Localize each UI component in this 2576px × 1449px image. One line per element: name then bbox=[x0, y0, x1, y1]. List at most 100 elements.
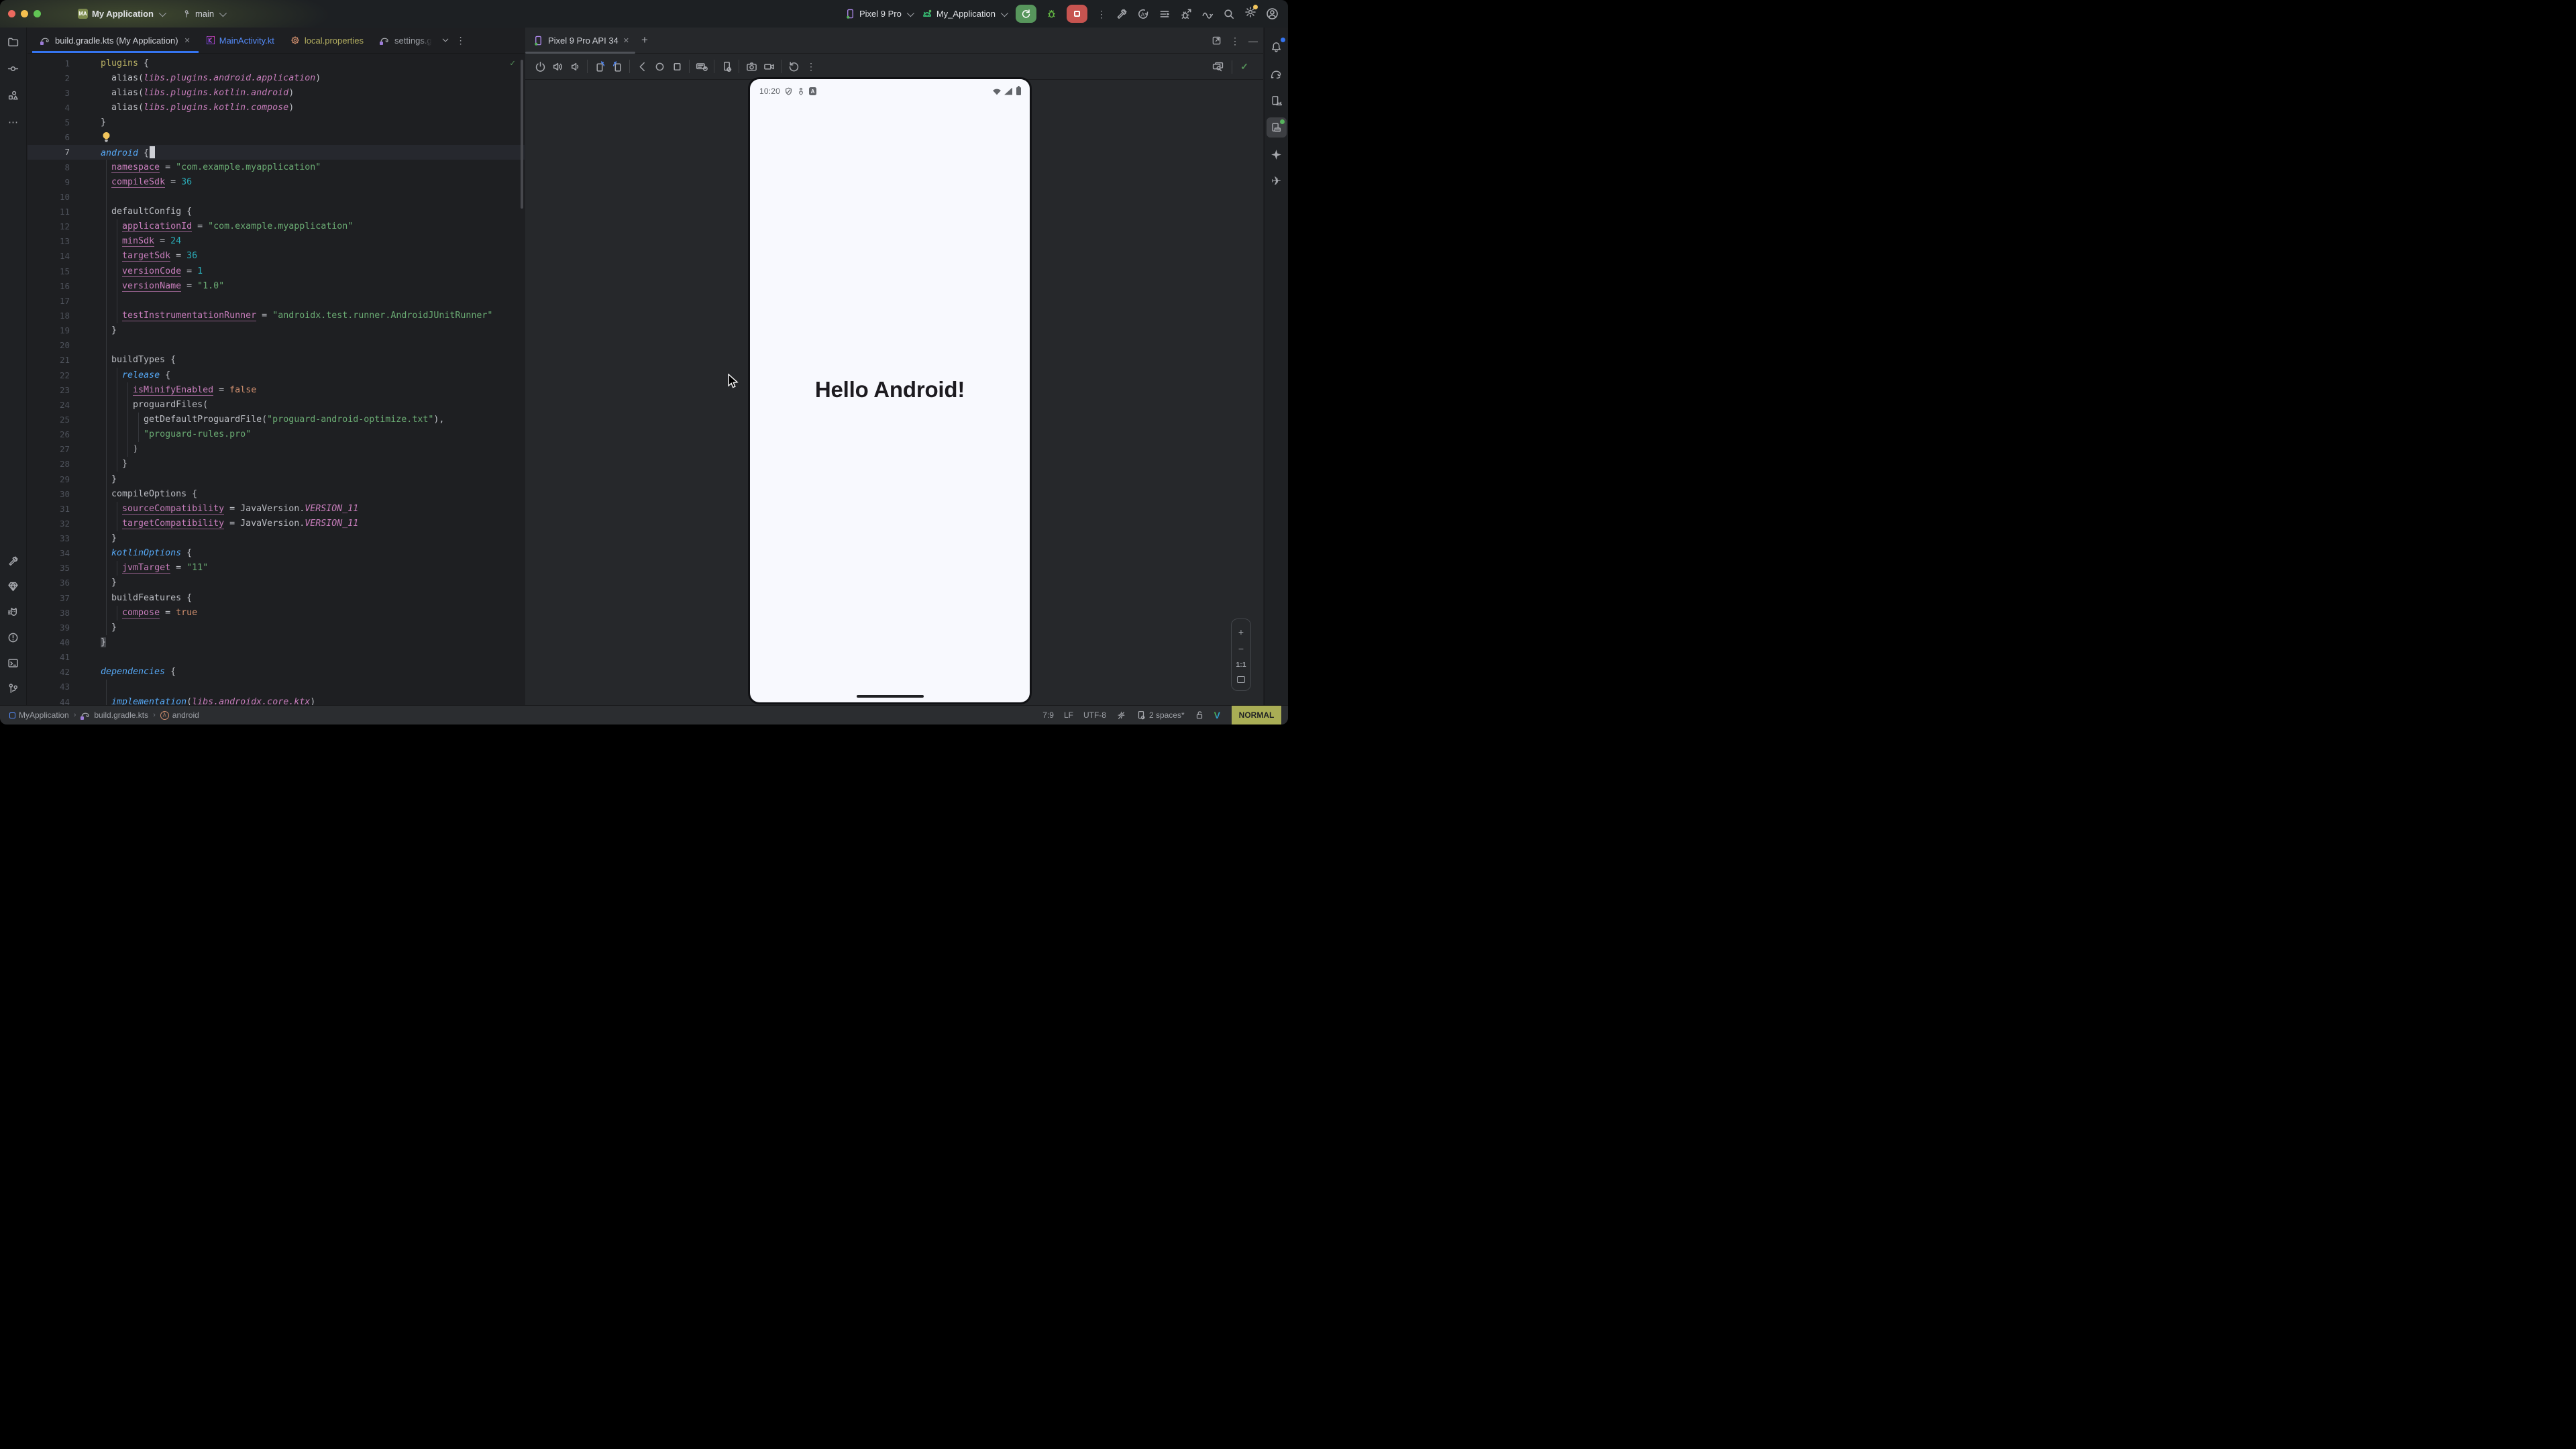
line-number[interactable]: 35 bbox=[28, 563, 98, 573]
app-quality-insights-button[interactable]: ✈ bbox=[1267, 171, 1287, 191]
file-lock-indicator[interactable] bbox=[1195, 710, 1204, 720]
open-in-window-icon[interactable] bbox=[1212, 36, 1222, 46]
screenshot-button[interactable] bbox=[743, 58, 760, 75]
more-run-actions-button[interactable]: ⋮ bbox=[1097, 9, 1106, 19]
volume-down-button[interactable] bbox=[566, 58, 584, 75]
code-line[interactable]: 34 kotlinOptions { bbox=[28, 546, 525, 561]
code-line[interactable]: 29 } bbox=[28, 472, 525, 486]
line-number[interactable]: 27 bbox=[28, 444, 98, 454]
rerun-button[interactable] bbox=[1016, 5, 1036, 23]
line-number[interactable]: 31 bbox=[28, 504, 98, 514]
code-line[interactable]: 2 alias(libs.plugins.android.application… bbox=[28, 70, 525, 85]
code-line[interactable]: 12 applicationId = "com.example.myapplic… bbox=[28, 219, 525, 234]
code-line[interactable]: 8 namespace = "com.example.myapplication… bbox=[28, 160, 525, 174]
line-number[interactable]: 43 bbox=[28, 682, 98, 692]
project-widget[interactable]: MA My Application bbox=[78, 9, 164, 19]
line-number[interactable]: 25 bbox=[28, 415, 98, 425]
line-number[interactable]: 30 bbox=[28, 489, 98, 499]
code-line[interactable]: 17 bbox=[28, 293, 525, 308]
line-number[interactable]: 22 bbox=[28, 370, 98, 380]
code-line[interactable]: 4 alias(libs.plugins.kotlin.compose) bbox=[28, 100, 525, 115]
zoom-fit-button[interactable] bbox=[1237, 676, 1245, 683]
line-number[interactable]: 44 bbox=[28, 697, 98, 705]
attach-debugger-button[interactable] bbox=[1180, 8, 1192, 20]
vim-plugin-icon[interactable]: V bbox=[1214, 710, 1220, 720]
editor-scrollbar[interactable] bbox=[521, 60, 523, 209]
zoom-window-button[interactable] bbox=[34, 10, 41, 17]
line-number[interactable]: 33 bbox=[28, 533, 98, 543]
notifications-button[interactable] bbox=[1267, 37, 1287, 57]
code-line[interactable]: 19 } bbox=[28, 323, 525, 338]
panel-options-kebab-icon[interactable]: ⋮ bbox=[1230, 36, 1240, 46]
caret-position[interactable]: 7:9 bbox=[1042, 710, 1054, 720]
line-number[interactable]: 3 bbox=[28, 88, 98, 98]
line-number[interactable]: 15 bbox=[28, 266, 98, 276]
tab-list-chevron-icon[interactable] bbox=[441, 36, 449, 44]
code-line[interactable]: 24 proguardFiles( bbox=[28, 397, 525, 412]
device-tab[interactable]: Pixel 9 Pro API 34 ✕ bbox=[533, 28, 629, 53]
line-number[interactable]: 38 bbox=[28, 608, 98, 618]
version-control-toolwindow-button[interactable] bbox=[3, 678, 23, 698]
line-number[interactable]: 28 bbox=[28, 459, 98, 469]
breadcrumb-file[interactable]: build.gradle.kts bbox=[80, 710, 148, 720]
volume-up-button[interactable] bbox=[549, 58, 566, 75]
code-line[interactable]: 23 isMinifyEnabled = false bbox=[28, 382, 525, 397]
code-line[interactable]: 13 minSdk = 24 bbox=[28, 234, 525, 249]
screen-record-button[interactable] bbox=[760, 58, 777, 75]
tab-mainactivity[interactable]: MainActivity.kt bbox=[199, 28, 282, 53]
hardware-input-button[interactable] bbox=[693, 58, 710, 75]
line-number[interactable]: 10 bbox=[28, 192, 98, 202]
code-line[interactable]: 3 alias(libs.plugins.kotlin.android) bbox=[28, 85, 525, 100]
code-line[interactable]: 40} bbox=[28, 635, 525, 649]
line-number[interactable]: 13 bbox=[28, 236, 98, 246]
commit-toolwindow-button[interactable] bbox=[3, 58, 23, 78]
code-line[interactable]: 35 jvmTarget = "11" bbox=[28, 561, 525, 576]
project-toolwindow-button[interactable] bbox=[3, 32, 23, 52]
code-line[interactable]: 30 compileOptions { bbox=[28, 486, 525, 501]
code-line[interactable]: 39 } bbox=[28, 620, 525, 635]
run-configuration-selector[interactable]: My_Application bbox=[922, 9, 1006, 19]
close-tab-icon[interactable]: ✕ bbox=[184, 36, 191, 45]
line-separator[interactable]: LF bbox=[1064, 710, 1073, 720]
line-number[interactable]: 21 bbox=[28, 355, 98, 365]
line-number[interactable]: 8 bbox=[28, 162, 98, 172]
code-line[interactable]: 5} bbox=[28, 115, 525, 130]
app-inspection-toolwindow-button[interactable] bbox=[3, 576, 23, 596]
emulator-screen[interactable]: 10:20 A Hello Android! bbox=[750, 79, 1030, 702]
line-number[interactable]: 26 bbox=[28, 429, 98, 439]
ai-disabled-indicator[interactable] bbox=[1116, 710, 1126, 720]
code-line[interactable]: 38 compose = true bbox=[28, 605, 525, 620]
code-line[interactable]: 16 versionName = "1.0" bbox=[28, 278, 525, 293]
home-indicator[interactable] bbox=[857, 695, 924, 698]
code-line[interactable]: 43 bbox=[28, 680, 525, 694]
line-number[interactable]: 41 bbox=[28, 652, 98, 662]
reset-button[interactable] bbox=[785, 58, 802, 75]
screenshots-browse-icon[interactable] bbox=[1212, 61, 1224, 72]
zoom-out-button[interactable]: − bbox=[1238, 644, 1244, 653]
code-line[interactable]: 10 bbox=[28, 189, 525, 204]
code-line[interactable]: 14 targetSdk = 36 bbox=[28, 249, 525, 264]
line-number[interactable]: 29 bbox=[28, 474, 98, 484]
gemini-button[interactable] bbox=[1267, 144, 1287, 164]
device-selector[interactable]: Pixel 9 Pro bbox=[845, 9, 912, 19]
indent-config[interactable]: 2 spaces* bbox=[1136, 710, 1185, 720]
code-line[interactable]: 26 "proguard-rules.pro" bbox=[28, 427, 525, 442]
line-number[interactable]: 9 bbox=[28, 177, 98, 187]
inspections-ok-icon[interactable]: ✓ bbox=[510, 58, 515, 68]
line-number[interactable]: 5 bbox=[28, 117, 98, 127]
code-line[interactable]: 28 } bbox=[28, 457, 525, 472]
breadcrumb-project[interactable]: MyApplication bbox=[9, 710, 69, 720]
device-manager-button[interactable] bbox=[1267, 91, 1287, 111]
profiler-button[interactable] bbox=[1201, 8, 1214, 20]
code-line[interactable]: 21 buildTypes { bbox=[28, 353, 525, 368]
code-line[interactable]: 1plugins { bbox=[28, 56, 525, 70]
search-everywhere-button[interactable] bbox=[1223, 8, 1235, 20]
close-tab-icon[interactable]: ✕ bbox=[623, 36, 629, 45]
line-number[interactable]: 19 bbox=[28, 325, 98, 335]
line-number[interactable]: 17 bbox=[28, 296, 98, 306]
tab-local-properties[interactable]: local.properties bbox=[282, 28, 372, 53]
build-toolwindow-button[interactable] bbox=[3, 551, 23, 571]
problems-toolwindow-button[interactable] bbox=[3, 627, 23, 647]
apply-code-changes-button[interactable] bbox=[1159, 8, 1171, 20]
code-line[interactable]: 33 } bbox=[28, 531, 525, 546]
